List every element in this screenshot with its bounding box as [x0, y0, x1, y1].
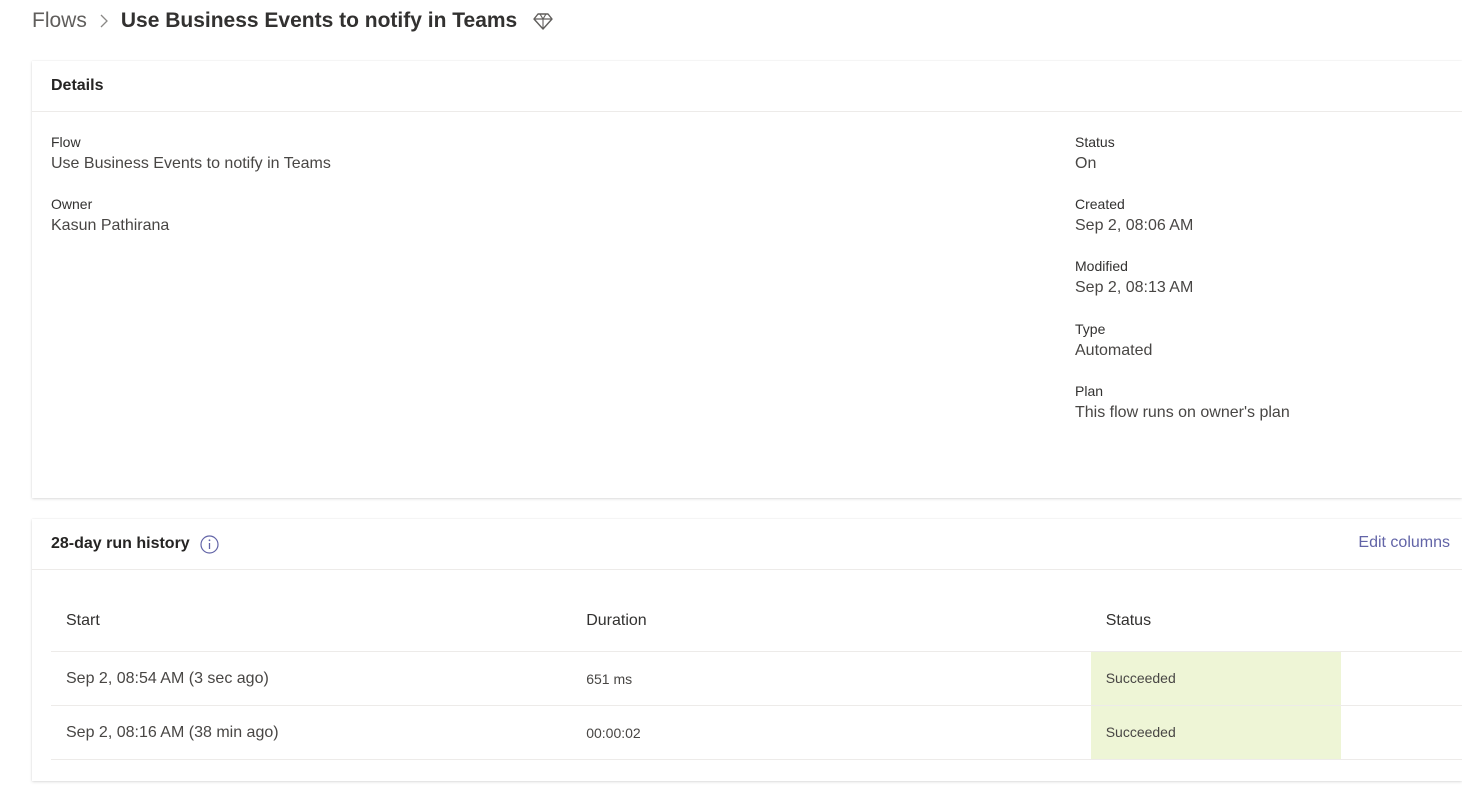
type-field: Type Automated: [1075, 321, 1152, 362]
table-header-row: Start Duration Status: [51, 591, 1462, 652]
flow-field: Flow Use Business Events to notify in Te…: [51, 134, 331, 175]
column-header-duration[interactable]: Duration: [586, 591, 1106, 652]
run-start-cell[interactable]: Sep 2, 08:16 AM (38 min ago): [51, 705, 587, 760]
flow-details-page: Flows Use Business Events to notify in T…: [0, 0, 1462, 807]
run-history-card: 28-day run history Edit columns Start Du…: [32, 519, 1462, 781]
diamond-premium-icon: [533, 12, 553, 30]
breadcrumb-flows-link[interactable]: Flows: [32, 9, 87, 33]
run-history-header: 28-day run history Edit columns: [32, 519, 1462, 570]
details-title: Details: [51, 77, 104, 94]
chevron-right-icon: [99, 13, 109, 29]
status-field: Status On: [1075, 134, 1115, 175]
modified-field: Modified Sep 2, 08:13 AM: [1075, 258, 1193, 299]
run-history-title: 28-day run history: [51, 535, 190, 552]
info-icon[interactable]: [200, 534, 219, 554]
status-succeeded-badge: Succeeded: [1090, 652, 1341, 705]
status-succeeded-badge: Succeeded: [1090, 706, 1341, 759]
flow-value: Use Business Events to notify in Teams: [51, 155, 331, 172]
owner-label: Owner: [51, 196, 93, 212]
run-duration-cell: 651 ms: [586, 651, 1106, 706]
type-label: Type: [1075, 321, 1106, 337]
run-history-table: Start Duration Status Sep 2, 08:54 AM (3…: [51, 591, 1462, 760]
edit-columns-link[interactable]: Edit columns: [1358, 534, 1450, 552]
status-label: Status: [1075, 134, 1115, 150]
owner-field: Owner Kasun Pathirana: [51, 196, 169, 237]
table-row[interactable]: Sep 2, 08:16 AM (38 min ago) 00:00:02 Su…: [51, 705, 1462, 760]
owner-value: Kasun Pathirana: [51, 217, 170, 234]
page-title: Use Business Events to notify in Teams: [120, 9, 518, 32]
plan-label: Plan: [1075, 383, 1104, 399]
details-card: Details Flow Use Business Events to noti…: [32, 61, 1462, 498]
run-start-cell[interactable]: Sep 2, 08:54 AM (3 sec ago): [51, 651, 587, 706]
created-label: Created: [1075, 196, 1125, 212]
created-field: Created Sep 2, 08:06 AM: [1075, 196, 1193, 237]
type-value: Automated: [1075, 342, 1153, 359]
column-header-status[interactable]: Status: [1105, 591, 1462, 652]
run-status-cell: Succeeded: [1090, 705, 1462, 760]
table-row[interactable]: Sep 2, 08:54 AM (3 sec ago) 651 ms Succe…: [51, 651, 1462, 706]
status-value: On: [1075, 155, 1097, 172]
plan-value: This flow runs on owner's plan: [1075, 404, 1290, 421]
run-duration-cell: 00:00:02: [586, 705, 1106, 760]
modified-value: Sep 2, 08:13 AM: [1075, 279, 1194, 296]
run-status-cell: Succeeded: [1090, 651, 1462, 706]
created-value: Sep 2, 08:06 AM: [1075, 217, 1194, 234]
plan-field: Plan This flow runs on owner's plan: [1075, 383, 1290, 424]
flow-label: Flow: [51, 134, 81, 150]
modified-label: Modified: [1075, 258, 1128, 274]
breadcrumb: Flows Use Business Events to notify in T…: [32, 8, 553, 34]
details-header: Details: [32, 61, 1462, 112]
column-header-start[interactable]: Start: [51, 591, 587, 652]
